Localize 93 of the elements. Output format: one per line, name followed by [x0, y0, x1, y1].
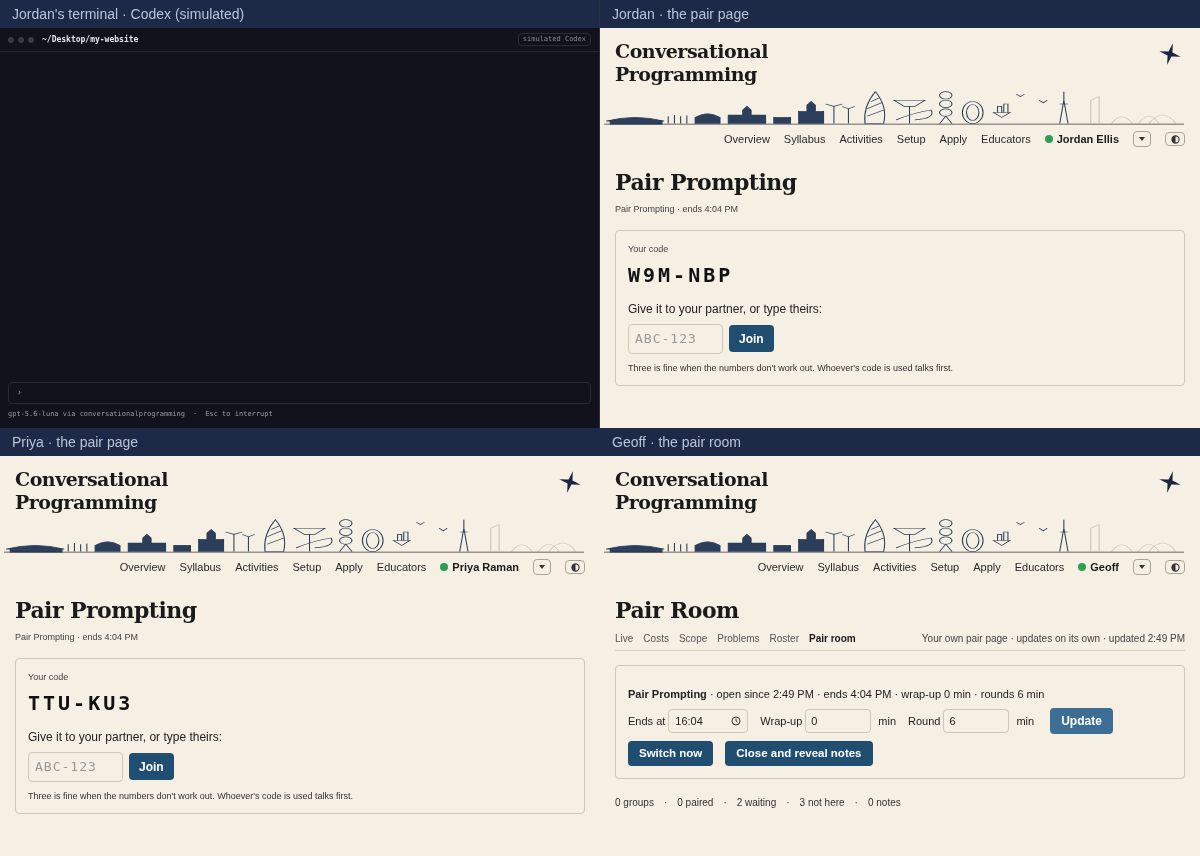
helper-note: Three is fine when the numbers don't work out. Whoever's code is used talks first.	[28, 789, 355, 803]
pane-title: Geoff · the pair room	[600, 428, 1200, 456]
field-label: Wrap-up	[760, 713, 803, 729]
user-name[interactable]: Priya Raman	[452, 559, 519, 576]
contrast-icon	[1170, 562, 1180, 572]
site-logo[interactable]: Conversational Programming	[615, 40, 790, 86]
instruction-text: Give it to your partner, or type theirs:	[28, 728, 224, 746]
caret-icon	[1139, 565, 1145, 570]
nav-link[interactable]: Educators	[1014, 559, 1065, 576]
caret-icon	[1139, 137, 1145, 142]
sub-tab[interactable]: Live	[615, 630, 634, 646]
contrast-icon	[570, 562, 580, 572]
contrast-icon	[1170, 134, 1180, 144]
page-subtitle: Pair Prompting · ends 4:04 PM	[14, 630, 140, 644]
sub-tab[interactable]: Costs	[643, 630, 669, 646]
nav-link[interactable]: Syllabus	[783, 131, 826, 148]
site-logo[interactable]: Conversational Programming	[15, 468, 190, 514]
stat-text: 3 not here	[799, 796, 845, 810]
nav-link[interactable]: Setup	[896, 131, 926, 148]
nav-link[interactable]: Setup	[930, 559, 960, 576]
clock-icon	[731, 716, 742, 726]
theme-toggle-button[interactable]	[565, 560, 585, 575]
pair-code: W9M-NBP	[628, 261, 735, 289]
compass-star-icon	[1158, 470, 1182, 494]
field-label: Ends at	[628, 713, 666, 729]
dropdown-button[interactable]	[1133, 559, 1151, 576]
nav-link[interactable]: Activities	[235, 559, 279, 576]
number-field[interactable]: 0	[805, 709, 872, 733]
pane-title: Jordan's terminal · Codex (simulated)	[0, 0, 599, 28]
caret-icon	[539, 565, 545, 570]
join-button[interactable]: Join	[129, 753, 174, 780]
sub-tab[interactable]: Scope	[678, 630, 708, 646]
sub-tab[interactable]: Pair room	[809, 630, 856, 646]
sub-tab[interactable]: Problems	[717, 630, 760, 646]
nav-link[interactable]: Apply	[335, 559, 363, 576]
session-summary: Pair Prompting · open since 2:49 PM · ends 4:04 PM · wrap-up 0 min · rounds 6 min	[628, 686, 1046, 702]
nav-link[interactable]: Overview	[724, 131, 770, 148]
stat-text: 0 notes	[867, 796, 901, 810]
pane-title: Priya · the pair page	[0, 428, 600, 456]
nav-link[interactable]: Syllabus	[179, 559, 222, 576]
stat-text: 0 paired	[677, 796, 714, 810]
nav-link[interactable]: Educators	[981, 131, 1031, 148]
unit-label: min	[878, 713, 897, 729]
dropdown-button[interactable]	[533, 559, 551, 576]
compass-star-icon	[558, 470, 582, 494]
nav-link[interactable]: Activities	[839, 131, 883, 148]
pane-title: Jordan · the pair page	[600, 0, 1200, 28]
stat-text: ·	[786, 796, 790, 810]
time-value: 16:04	[675, 713, 703, 729]
terminal-path: ~/Desktop/my-website	[42, 33, 139, 46]
theme-toggle-button[interactable]	[1165, 560, 1185, 575]
join-button[interactable]: Join	[729, 325, 774, 352]
update-button[interactable]: Update	[1050, 708, 1113, 734]
site-logo[interactable]: Conversational Programming	[615, 468, 790, 514]
sub-tab[interactable]: Roster	[769, 630, 799, 646]
update-info: Your own pair page · updates on its own · updated 2:49 PM	[921, 631, 1185, 646]
prompt-caret: ›	[17, 386, 22, 399]
stat-text: 2 waiting	[736, 796, 777, 810]
nav-link[interactable]: Overview	[757, 559, 804, 576]
stat-text: ·	[723, 796, 727, 810]
action-button[interactable]: Switch now	[628, 741, 714, 766]
page-title: Pair Room	[614, 595, 740, 625]
nav-link[interactable]: Activities	[873, 559, 917, 576]
field-label: Round	[908, 713, 941, 729]
pair-code: TTU-KU3	[28, 689, 135, 717]
dropdown-button[interactable]	[1133, 131, 1151, 148]
nav-link[interactable]: Educators	[376, 559, 427, 576]
stat-text: 0 groups	[615, 796, 654, 810]
instruction-text: Give it to your partner, or type theirs:	[628, 300, 824, 318]
time-field[interactable]: 16:04	[668, 709, 749, 733]
nav-link[interactable]: Apply	[939, 131, 968, 148]
user-name[interactable]: Geoff	[1090, 559, 1119, 576]
compass-star-icon	[1158, 42, 1182, 66]
code-input[interactable]: ABC-123	[628, 323, 723, 354]
stat-text: ·	[663, 796, 668, 810]
code-label: Your code	[28, 671, 70, 684]
stat-text: ·	[854, 796, 858, 810]
theme-toggle-button[interactable]	[1165, 132, 1185, 147]
page-subtitle: Pair Prompting · ends 4:04 PM	[614, 202, 740, 216]
number-field[interactable]: 6	[943, 709, 1010, 733]
nav-link[interactable]: Apply	[973, 559, 1001, 576]
nav-link[interactable]: Overview	[119, 559, 166, 576]
unit-label: min	[1016, 713, 1035, 729]
action-button[interactable]: Close and reveal notes	[725, 741, 873, 766]
prompt-input[interactable]: ›	[8, 381, 591, 404]
user-name[interactable]: Jordan Ellis	[1056, 131, 1119, 148]
code-label: Your code	[628, 243, 670, 256]
page-title: Pair Prompting	[614, 167, 798, 197]
helper-note: Three is fine when the numbers don't work out. Whoever's code is used talks first.	[628, 361, 955, 375]
nav-link[interactable]: Syllabus	[817, 559, 860, 576]
code-input[interactable]: ABC-123	[28, 751, 123, 782]
page-title: Pair Prompting	[14, 595, 198, 625]
nav-link[interactable]: Setup	[292, 559, 322, 576]
